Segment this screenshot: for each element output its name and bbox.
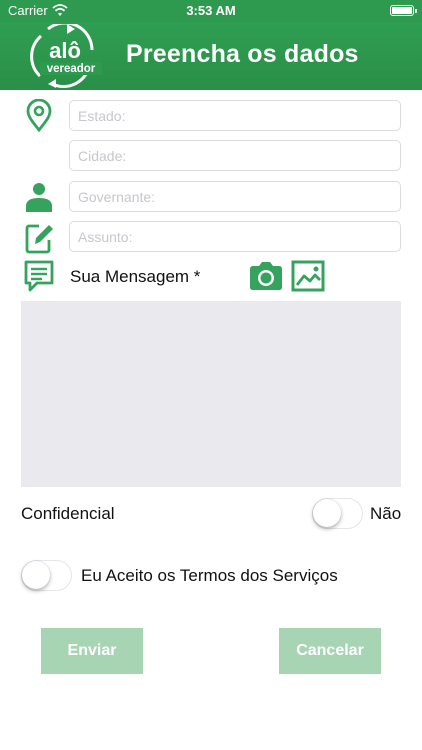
governante-field[interactable] xyxy=(69,181,401,212)
person-icon xyxy=(26,183,52,212)
app-header: alô vereador Preencha os dados xyxy=(0,22,422,90)
message-textarea[interactable] xyxy=(21,301,401,487)
confidential-value-label: Não xyxy=(370,504,402,523)
edit-icon xyxy=(25,224,53,254)
page-title: Preencha os dados xyxy=(126,40,359,68)
alo-vereador-logo: alô vereador xyxy=(30,24,102,88)
toggle-knob xyxy=(313,499,341,527)
cancel-button[interactable]: Cancelar xyxy=(279,628,381,674)
confidential-toggle[interactable] xyxy=(312,498,363,529)
confidential-label: Confidencial xyxy=(21,504,115,523)
status-bar: Carrier 3:53 AM xyxy=(0,0,422,22)
terms-label: Eu Aceito os Termos dos Serviços xyxy=(81,566,338,585)
image-gallery-icon[interactable] xyxy=(291,260,325,292)
status-time: 3:53 AM xyxy=(186,3,236,18)
toggle-knob xyxy=(22,561,50,589)
assunto-field[interactable] xyxy=(69,221,401,252)
map-pin-icon xyxy=(26,99,52,133)
message-label: Sua Mensagem * xyxy=(70,267,201,286)
send-button[interactable]: Enviar xyxy=(41,628,143,674)
logo-text-bottom: vereador xyxy=(47,63,96,75)
logo-text-top: alô xyxy=(49,38,81,63)
battery-icon xyxy=(390,5,417,16)
estado-field[interactable] xyxy=(69,100,401,131)
terms-toggle[interactable] xyxy=(21,560,72,591)
cidade-field[interactable] xyxy=(69,140,401,171)
camera-icon[interactable] xyxy=(248,260,284,292)
message-icon xyxy=(24,260,54,292)
